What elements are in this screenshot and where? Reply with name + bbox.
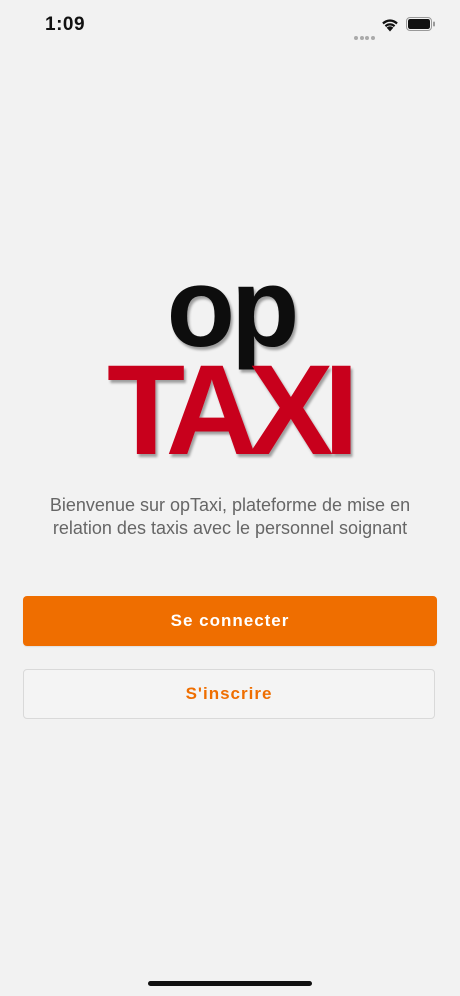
welcome-message: Bienvenue sur opTaxi, plateforme de mise…: [49, 495, 411, 538]
battery-icon: [406, 17, 436, 31]
wifi-icon: [380, 16, 400, 32]
home-indicator[interactable]: [148, 981, 312, 986]
cellular-signal-icon: [354, 27, 376, 40]
status-time: 1:09: [45, 14, 86, 35]
login-button[interactable]: Se connecter: [23, 596, 437, 646]
signup-button[interactable]: S'inscrire: [23, 669, 435, 719]
optaxi-logo: op TAXI: [88, 268, 378, 468]
logo-taxi-text: TAXI: [107, 339, 351, 468]
status-bar: 1:09: [0, 0, 460, 50]
